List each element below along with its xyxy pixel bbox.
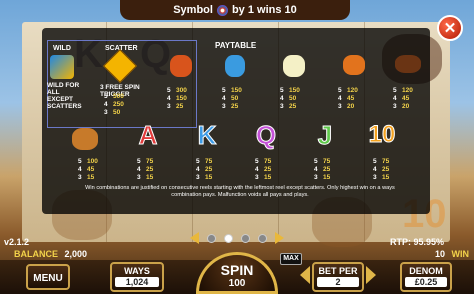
paytable-group: 5 150 4 50 3 25	[280, 87, 300, 110]
menu-button[interactable]: MENU	[26, 264, 70, 290]
koala-icon	[225, 55, 245, 77]
page-dot[interactable]	[207, 233, 216, 243]
symbol-label: Symbol	[173, 4, 213, 16]
bet-increase-chevron-icon[interactable]	[366, 266, 376, 284]
paytable-group: 5 120 4 45 3 20	[393, 87, 413, 110]
wild-symbol-icon	[50, 55, 74, 79]
swirl-icon	[216, 4, 228, 16]
paytable-rules-text: Win combinations are justified on consec…	[85, 185, 395, 198]
wild-label: WILD	[53, 45, 71, 52]
letter-a-symbol: A	[138, 119, 158, 150]
page-dot[interactable]	[224, 233, 233, 243]
ways-label: WAYS	[124, 266, 150, 276]
menu-label: MENU	[33, 273, 63, 284]
paytable-title: PAYTABLE	[215, 41, 257, 50]
win-info-bar: Symbol by 1 wins 10	[120, 0, 350, 20]
balance-label: BALANCE	[14, 249, 58, 259]
letter-k-symbol: K	[197, 119, 217, 150]
paytable-pager	[190, 232, 284, 244]
spin-label: SPIN	[220, 262, 254, 278]
frilled-lizard-icon	[343, 55, 365, 75]
denom-label: DENOM	[409, 266, 443, 276]
win-display: 10 WIN	[435, 249, 473, 259]
spin-bet-value: 100	[228, 278, 246, 289]
page-dot[interactable]	[241, 233, 250, 243]
cockatoo-icon	[283, 55, 305, 77]
max-bet-button[interactable]: MAX	[280, 253, 302, 265]
paytable-group: 5 75 4 25 3 15	[373, 158, 390, 181]
outback-hat-icon	[395, 55, 421, 73]
page-dot[interactable]	[258, 233, 267, 243]
paytable-group: 5 150 4 50 3 25	[222, 87, 242, 110]
paytable-group: 5 75 4 25 3 15	[137, 158, 154, 181]
next-page-arrow-icon[interactable]	[275, 232, 284, 244]
wins-text: by 1 wins 10	[231, 4, 297, 16]
bet-per-value: 2	[317, 277, 359, 287]
ways-button[interactable]: WAYS 1,024	[110, 262, 164, 292]
ways-value: 1,024	[115, 277, 159, 287]
paytable-group: 5 75 4 25 3 15	[255, 158, 272, 181]
prev-page-arrow-icon[interactable]	[190, 232, 199, 244]
lizard-icon	[170, 55, 192, 77]
boomerang-icon	[72, 128, 98, 150]
balance-value: 2,000	[64, 249, 88, 259]
win-label: WIN	[451, 249, 470, 259]
letter-q-symbol: Q	[255, 119, 277, 150]
wild-note: WILD FOR ALL EXCEPT SCATTERS	[47, 82, 82, 110]
bet-decrease-chevron-icon[interactable]	[300, 266, 310, 284]
letter-j-symbol: J	[317, 119, 333, 150]
bet-per-label: BET PER	[318, 266, 358, 276]
win-value: 10	[435, 249, 446, 259]
paytable-group: 5 100 4 45 3 15	[78, 158, 98, 181]
paytable-group: 5 500 4 250 3 50	[104, 93, 124, 116]
paytable-group: 5 75 4 25 3 15	[196, 158, 213, 181]
balance-display: BALANCE 2,000	[14, 249, 87, 259]
paytable-group: 5 300 4 150 3 25	[167, 87, 187, 110]
close-paytable-button[interactable]: ✕	[437, 15, 463, 41]
denom-button[interactable]: DENOM £0.25	[400, 262, 452, 292]
bet-per-button[interactable]: BET PER 2	[312, 262, 364, 292]
version-label: v2.1.2	[4, 237, 30, 247]
paytable-group: 5 75 4 25 3 15	[314, 158, 331, 181]
denom-value: £0.25	[405, 277, 447, 287]
rtp-label: RTP: 95.95%	[390, 237, 445, 247]
paytable-group: 5 120 4 45 3 20	[338, 87, 358, 110]
ten-symbol: 10	[368, 121, 396, 149]
